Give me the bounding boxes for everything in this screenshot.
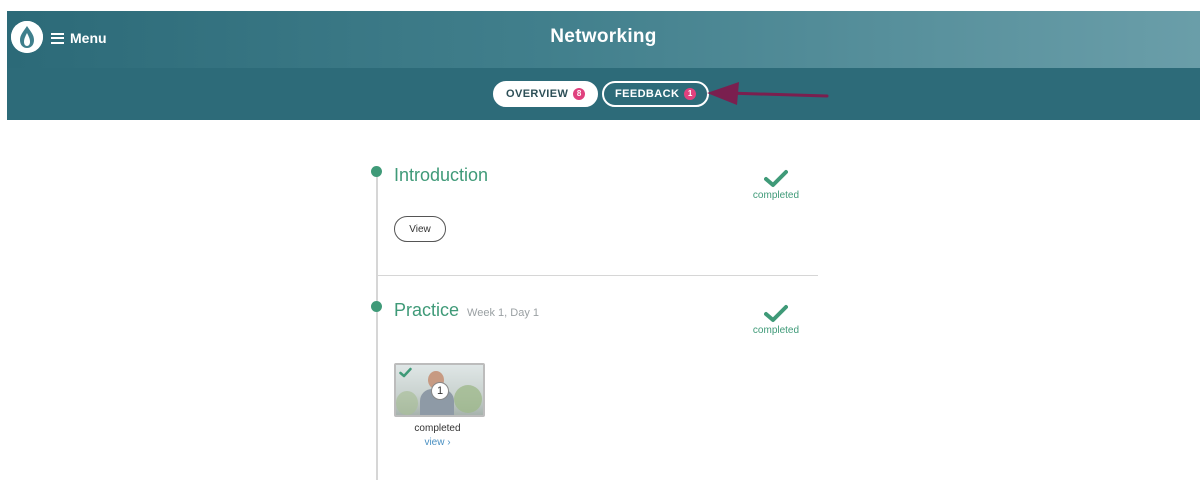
view-button[interactable]: View [394,216,446,242]
tab-overview-badge: 8 [573,88,586,100]
tab-overview-label: OVERVIEW [506,88,569,100]
checkmark-icon [764,305,788,322]
timeline-dot [371,301,382,312]
tab-feedback-label: FEEDBACK [615,88,680,100]
item-number-badge: 1 [431,382,449,400]
section-subtitle: Week 1, Day 1 [467,307,539,319]
section-divider [377,275,818,276]
top-header: Menu Networking [7,11,1200,68]
section-title-text: Introduction [394,165,489,185]
timeline-line [376,172,378,480]
checkmark-icon [399,367,412,378]
section-title-practice: Practice Week 1, Day 1 [394,300,539,321]
page-title: Networking [550,26,657,47]
thumbnail-status-label: completed [414,423,461,434]
status-label: completed [752,190,800,201]
tab-feedback[interactable]: FEEDBACK 1 [602,81,710,107]
tab-bar: OVERVIEW 8 FEEDBACK 1 [7,68,1200,120]
section-title-text: Practice [394,300,460,320]
status-completed: completed [748,169,804,201]
thumbnail-background [454,385,482,413]
view-link[interactable]: view › [394,437,481,448]
checkmark-icon [764,170,788,187]
section-title-introduction: Introduction [394,165,488,186]
tab-feedback-badge: 1 [684,88,697,100]
annotation-arrow-icon [707,82,829,105]
status-label: completed [752,325,800,336]
thumbnail-background [396,391,418,415]
practice-video-thumbnail[interactable]: 1 [394,363,485,417]
timeline-dot [371,166,382,177]
tab-overview[interactable]: OVERVIEW 8 [493,81,599,107]
status-completed: completed [748,304,804,336]
